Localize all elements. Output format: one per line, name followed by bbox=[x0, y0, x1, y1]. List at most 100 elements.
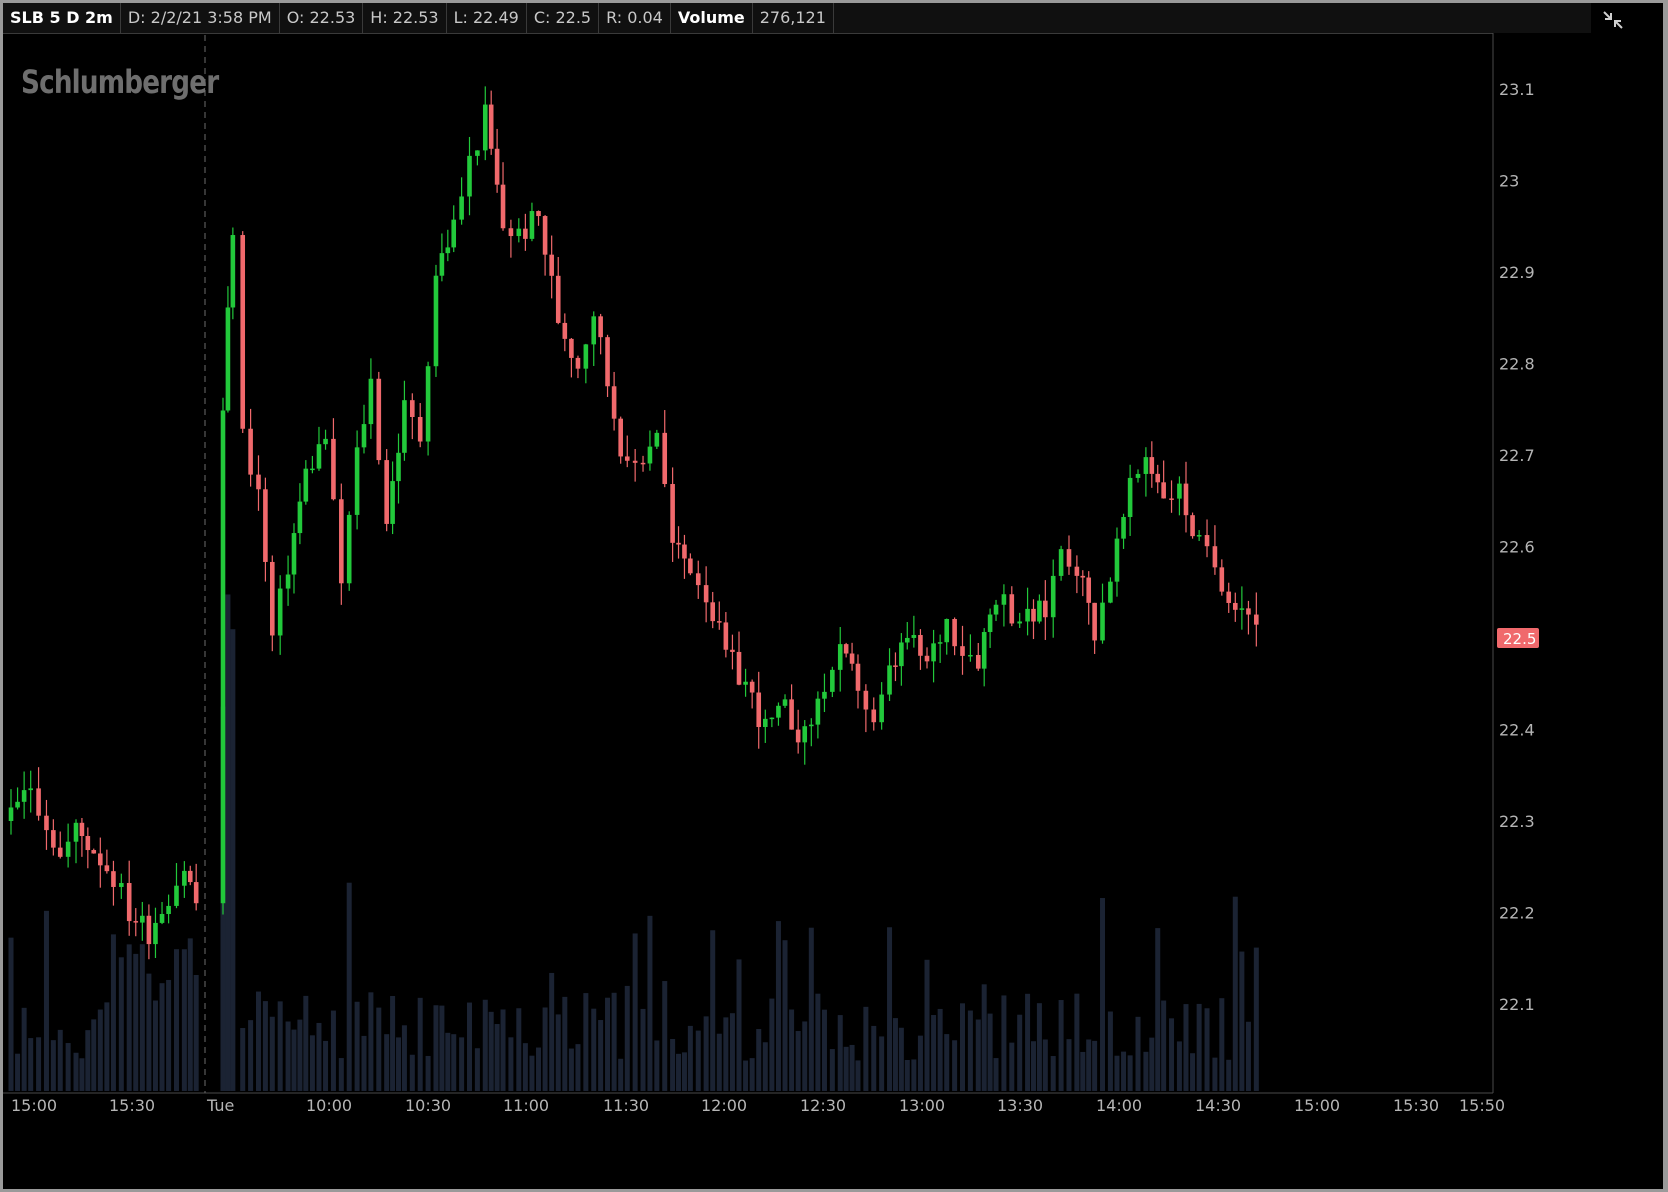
volume-bar bbox=[975, 1019, 981, 1091]
candle-up bbox=[402, 400, 407, 453]
candle-down bbox=[187, 870, 193, 883]
volume-bar bbox=[1009, 1042, 1015, 1091]
candle-up bbox=[439, 253, 445, 276]
volume-bar bbox=[451, 1034, 457, 1091]
volume-bar bbox=[50, 1040, 56, 1091]
time-tick-label: 15:00 bbox=[1294, 1096, 1340, 1115]
candle-up bbox=[1025, 608, 1030, 622]
volume-bar bbox=[445, 1032, 451, 1091]
volume-bar bbox=[1080, 1051, 1086, 1091]
volume-bar bbox=[1239, 951, 1245, 1091]
volume-bar bbox=[542, 1007, 548, 1091]
candle-up bbox=[390, 481, 395, 524]
candle-down bbox=[339, 499, 344, 584]
candle-up bbox=[815, 698, 821, 725]
candle-up bbox=[445, 247, 451, 254]
volume-bar bbox=[568, 1048, 574, 1091]
time-tick-label: 12:00 bbox=[701, 1096, 747, 1115]
volume-bar bbox=[97, 1009, 103, 1091]
candle-up bbox=[425, 366, 431, 442]
price-chart[interactable]: 23.1 23 22.9 22.8 22.7 22.6 22.4 22.3 22.2 22.1 22… bbox=[3, 3, 1663, 1189]
candle-up bbox=[1100, 602, 1105, 641]
candle-up bbox=[291, 533, 297, 575]
candle-down bbox=[703, 585, 709, 603]
candle-down bbox=[1212, 546, 1218, 568]
volume-bar bbox=[240, 1028, 246, 1091]
volume-bar bbox=[181, 949, 187, 1091]
candle-down bbox=[924, 655, 930, 662]
candle-down bbox=[1219, 567, 1225, 592]
volume-bar bbox=[166, 979, 172, 1091]
candle-down bbox=[1190, 515, 1195, 537]
volume-bar bbox=[1121, 1051, 1127, 1091]
volume-bar bbox=[952, 1040, 958, 1091]
volume-bar bbox=[316, 1022, 322, 1091]
volume-bar bbox=[488, 1011, 494, 1091]
volume-bar bbox=[863, 1006, 869, 1091]
volume-bar bbox=[494, 1024, 500, 1091]
candle-up bbox=[802, 726, 808, 743]
volume-bar bbox=[1058, 1000, 1064, 1091]
candle-up bbox=[809, 724, 814, 727]
company-watermark: Schlumberger bbox=[21, 63, 219, 101]
candle-down bbox=[952, 618, 957, 647]
candle-down bbox=[494, 148, 500, 185]
candle-up bbox=[459, 196, 464, 220]
candle-down bbox=[410, 400, 415, 418]
time-tick-label: 15:30 bbox=[1393, 1096, 1439, 1115]
volume-bar bbox=[676, 1053, 682, 1091]
candle-up bbox=[1239, 608, 1245, 610]
candle-down bbox=[723, 622, 729, 650]
volume-bar bbox=[1176, 1041, 1182, 1091]
candle-down bbox=[736, 651, 742, 685]
volume-bar bbox=[723, 1017, 729, 1091]
candle-down bbox=[756, 692, 762, 728]
volume-bar bbox=[376, 1007, 382, 1091]
volume-bar bbox=[390, 995, 396, 1091]
candle-down bbox=[270, 561, 275, 636]
price-tick-label: 22.3 bbox=[1499, 812, 1535, 831]
volume-bar bbox=[277, 1001, 283, 1091]
candle-down bbox=[193, 882, 199, 904]
candle-up bbox=[73, 822, 79, 842]
volume-bar bbox=[255, 991, 261, 1091]
volume-bar bbox=[762, 1042, 768, 1091]
candle-up bbox=[1121, 517, 1126, 539]
volume-bar bbox=[338, 1058, 344, 1091]
candle-up bbox=[182, 870, 187, 886]
candle-up bbox=[993, 604, 999, 615]
volume-bar bbox=[879, 1036, 885, 1091]
volume-bar bbox=[1042, 1039, 1048, 1091]
candle-up bbox=[166, 905, 171, 915]
volume-bar bbox=[605, 997, 611, 1091]
volume-bar bbox=[43, 910, 49, 1091]
candle-up bbox=[174, 885, 179, 906]
candle-down bbox=[57, 847, 63, 857]
candle-up bbox=[837, 644, 843, 670]
candle-down bbox=[605, 337, 610, 387]
volume-bar bbox=[981, 984, 987, 1091]
volume-bar bbox=[647, 915, 653, 1091]
volume-bar bbox=[508, 1037, 514, 1091]
candle-down bbox=[624, 456, 630, 461]
volume-bar bbox=[802, 1021, 808, 1091]
volume-bar bbox=[8, 937, 14, 1091]
volume-bar bbox=[1100, 898, 1106, 1091]
candle-up bbox=[1001, 594, 1007, 605]
volume-bar bbox=[849, 1044, 855, 1091]
volume-bar bbox=[904, 1059, 910, 1091]
candle-up bbox=[285, 574, 291, 589]
volume-bar bbox=[536, 1047, 542, 1091]
volume-bar bbox=[729, 1013, 735, 1091]
volume-bar bbox=[1196, 1003, 1202, 1091]
volume-bar bbox=[1030, 1041, 1036, 1091]
volume-bar bbox=[1001, 995, 1007, 1091]
candle-down bbox=[488, 104, 494, 149]
volume-bar bbox=[944, 1034, 950, 1091]
candle-up bbox=[887, 665, 892, 695]
candle-down bbox=[1086, 577, 1092, 603]
volume-bar bbox=[775, 921, 781, 1091]
candle-up bbox=[937, 642, 943, 644]
price-axis bbox=[1493, 33, 1663, 1099]
volume-bar bbox=[401, 1025, 407, 1091]
